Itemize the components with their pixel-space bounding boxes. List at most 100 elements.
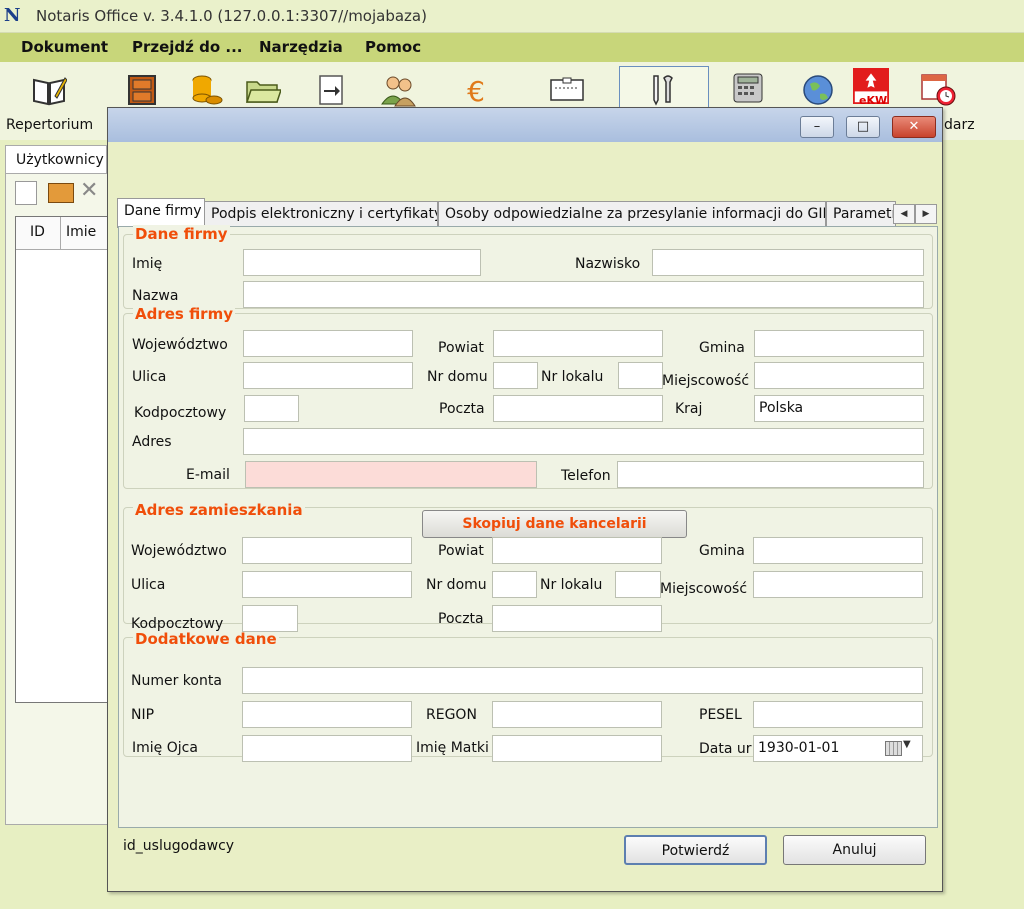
input-nr-lokalu-zam[interactable] <box>615 571 661 598</box>
menu-narzedzia[interactable]: Narzędzia <box>259 38 343 56</box>
tab-podpis-elektroniczny[interactable]: Podpis elektroniczny i certyfikaty <box>204 201 438 227</box>
tab-scroll-left-icon[interactable]: ◀ <box>893 204 915 224</box>
input-telefon[interactable] <box>617 461 924 488</box>
input-nr-domu-firmy[interactable] <box>493 362 538 389</box>
label-gmina-zam: Gmina <box>699 543 745 559</box>
chevron-down-icon[interactable]: ▼ <box>903 739 911 750</box>
label-nr-lokalu-firmy: Nr lokalu <box>541 369 604 385</box>
scanner-icon[interactable] <box>549 72 589 112</box>
input-kodpocztowy-firmy[interactable] <box>244 395 299 422</box>
label-wojewodztwo-zam: Województwo <box>131 543 227 559</box>
label-adres: Adres <box>132 434 172 450</box>
label-nazwisko: Nazwisko <box>575 256 641 272</box>
input-powiat-zam[interactable] <box>492 537 662 564</box>
input-pesel[interactable] <box>753 701 923 728</box>
copy-office-data-button[interactable]: Skopiuj dane kancelarii <box>422 510 687 538</box>
folder-icon[interactable] <box>245 72 285 112</box>
input-kraj[interactable]: Polska <box>754 395 924 422</box>
menu-przejdz-do[interactable]: Przejdź do ... <box>132 38 243 56</box>
label-gmina-firmy: Gmina <box>699 340 745 356</box>
maximize-button[interactable]: □ <box>846 116 880 138</box>
book-pen-icon[interactable] <box>31 72 71 112</box>
app-title-bar: N Notaris Office v. 3.4.1.0 (127.0.0.1:3… <box>0 0 1024 33</box>
label-numer-konta: Numer konta <box>131 673 222 689</box>
label-wojewodztwo-firmy: Województwo <box>132 337 228 353</box>
input-wojewodztwo-zam[interactable] <box>242 537 412 564</box>
minimize-button[interactable]: – <box>800 116 834 138</box>
ekw-eagle-icon[interactable]: eKW <box>853 68 893 108</box>
input-numer-konta[interactable] <box>242 667 923 694</box>
calendar-picker-icon[interactable] <box>885 741 902 756</box>
input-ulica-firmy[interactable] <box>243 362 413 389</box>
tab-scroll-right-icon[interactable]: ▶ <box>915 204 937 224</box>
euro-symbol: € <box>467 75 485 108</box>
label-email: E-mail <box>186 467 230 483</box>
tools-icon[interactable] <box>644 72 684 112</box>
input-powiat-firmy[interactable] <box>493 330 663 357</box>
app-title: Notaris Office v. 3.4.1.0 (127.0.0.1:330… <box>36 7 427 25</box>
input-gmina-zam[interactable] <box>753 537 923 564</box>
input-nr-domu-zam[interactable] <box>492 571 537 598</box>
group-title-adres-zamieszkania: Adres zamieszkania <box>133 501 305 519</box>
globe-icon[interactable] <box>800 72 840 112</box>
company-data-dialog: – □ ✕ Dane firmy Podpis elektroniczny i … <box>107 107 943 892</box>
delete-icon[interactable]: ✕ <box>80 178 98 203</box>
people-icon[interactable] <box>380 72 420 112</box>
close-button[interactable]: ✕ <box>892 116 936 138</box>
column-header-imie[interactable]: Imie <box>66 224 96 240</box>
input-miejscowosc-firmy[interactable] <box>754 362 924 389</box>
calculator-icon[interactable] <box>730 70 770 110</box>
tab-uzytkownicy[interactable]: Użytkownicy <box>5 145 107 175</box>
toolbar-label-kalendarz[interactable]: darz <box>944 117 975 133</box>
label-miejscowosc-zam: Miejscowość <box>660 581 748 597</box>
tab-dane-firmy[interactable]: Dane firmy <box>117 198 205 228</box>
maximize-icon: □ <box>856 119 870 134</box>
tab-osoby-odpowiedzialne[interactable]: Osoby odpowiedzialne za przesylanie info… <box>438 201 826 227</box>
close-icon: ✕ <box>908 119 920 134</box>
label-nr-domu-zam: Nr domu <box>426 577 487 593</box>
input-poczta-firmy[interactable] <box>493 395 663 422</box>
input-kodpocztowy-zam[interactable] <box>242 605 298 632</box>
confirm-button[interactable]: Potwierdź <box>624 835 767 865</box>
open-folder-icon[interactable] <box>48 183 74 203</box>
new-document-icon[interactable] <box>15 181 37 205</box>
input-nip[interactable] <box>242 701 412 728</box>
input-email[interactable] <box>245 461 537 488</box>
label-imie-matki: Imię Matki <box>416 740 489 756</box>
tab-uzytkownicy-label: Użytkownicy <box>16 152 104 168</box>
label-imie: Imię <box>132 256 163 272</box>
calendar-clock-icon[interactable] <box>920 70 960 110</box>
menu-dokument[interactable]: Dokument <box>21 38 108 56</box>
users-table[interactable]: ID Imie <box>15 216 109 703</box>
cancel-button[interactable]: Anuluj <box>783 835 926 865</box>
input-nr-lokalu-firmy[interactable] <box>618 362 663 389</box>
label-miejscowosc-firmy: Miejscowość <box>662 373 750 389</box>
input-ulica-zam[interactable] <box>242 571 412 598</box>
input-poczta-zam[interactable] <box>492 605 662 632</box>
input-nazwisko[interactable] <box>652 249 924 276</box>
input-miejscowosc-zam[interactable] <box>753 571 923 598</box>
input-nazwa[interactable] <box>243 281 924 308</box>
label-nr-lokalu-zam: Nr lokalu <box>540 577 603 593</box>
tab-parametry[interactable]: Parametr <box>826 201 896 227</box>
cancel-label: Anuluj <box>832 842 877 858</box>
input-imie[interactable] <box>243 249 481 276</box>
label-ulica-firmy: Ulica <box>132 369 167 385</box>
input-imie-matki[interactable] <box>492 735 662 762</box>
coins-icon[interactable] <box>188 72 228 112</box>
toolbar-label-repertorium[interactable]: Repertorium <box>6 117 93 133</box>
label-nazwa: Nazwa <box>132 288 179 304</box>
label-nr-domu-firmy: Nr domu <box>427 369 488 385</box>
euro-icon[interactable]: € <box>456 72 496 112</box>
tab-parametry-label: Parametr <box>833 206 896 222</box>
column-header-id[interactable]: ID <box>30 224 45 240</box>
ekw-label: eKW <box>859 94 888 107</box>
document-arrow-icon[interactable] <box>313 72 353 112</box>
input-wojewodztwo-firmy[interactable] <box>243 330 413 357</box>
input-regon[interactable] <box>492 701 662 728</box>
input-gmina-firmy[interactable] <box>754 330 924 357</box>
input-adres[interactable] <box>243 428 924 455</box>
drawer-icon[interactable] <box>124 72 164 112</box>
menu-pomoc[interactable]: Pomoc <box>365 38 421 56</box>
input-imie-ojca[interactable] <box>242 735 412 762</box>
